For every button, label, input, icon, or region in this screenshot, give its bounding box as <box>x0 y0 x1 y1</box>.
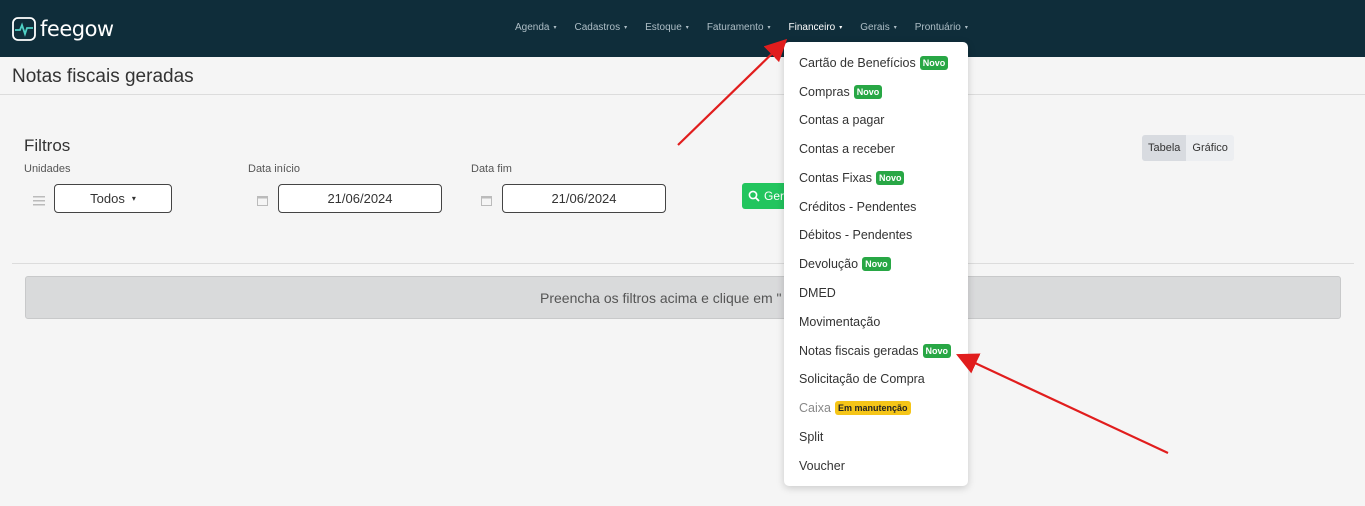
feegow-logo[interactable]: feegow <box>12 15 114 43</box>
divider <box>12 263 1354 264</box>
chevron-down-icon: ▾ <box>767 25 771 31</box>
chevron-down-icon: ▾ <box>685 25 689 31</box>
chevron-down-icon: ▾ <box>553 25 557 31</box>
nav-label: Prontuário <box>914 22 961 33</box>
filters-title: Filtros <box>24 136 71 155</box>
menu-item-movimentacao[interactable]: Movimentação <box>799 315 880 329</box>
menu-item-label: Split <box>799 430 824 444</box>
nav-estoque[interactable]: Estoque ▾ <box>645 22 689 33</box>
nav-gerais[interactable]: Gerais ▾ <box>860 22 896 33</box>
menu-item-caixa[interactable]: Caixa Em manutenção <box>799 401 911 415</box>
main-nav: Agenda ▾ Cadastros ▾ Estoque ▾ Faturamento ▾… <box>515 22 968 33</box>
nav-label: Faturamento <box>706 22 764 33</box>
menu-item-contas-a-receber[interactable]: Contas a receber <box>799 142 895 156</box>
nav-label: Gerais <box>860 22 890 33</box>
search-icon <box>748 190 760 202</box>
menu-item-label: Notas fiscais geradas <box>799 344 919 358</box>
nav-label: Financeiro <box>788 22 836 33</box>
unidades-value: Todos <box>90 191 125 206</box>
menu-item-debitos-pendentes[interactable]: Débitos - Pendentes <box>799 228 912 242</box>
tab-grafico[interactable]: Gráfico <box>1186 135 1234 161</box>
menu-item-devolucao[interactable]: Devolução Novo <box>799 257 891 271</box>
menu-item-label: Solicitação de Compra <box>799 372 925 386</box>
divider <box>0 94 1365 95</box>
menu-item-label: Contas a receber <box>799 142 895 156</box>
calendar-icon <box>481 193 492 211</box>
menu-item-label: Voucher <box>799 459 845 473</box>
data-inicio-label: Data início <box>248 163 300 175</box>
menu-item-label: Cartão de Benefícios <box>799 56 916 70</box>
chevron-down-icon: ▾ <box>624 25 628 31</box>
nav-financeiro[interactable]: Financeiro ▾ <box>789 22 843 33</box>
unidades-select[interactable]: Todos ▾ <box>54 184 172 213</box>
menu-item-notas-fiscais-geradas[interactable]: Notas fiscais geradas Novo <box>799 344 952 358</box>
top-navbar: feegow Agenda ▾ Cadastros ▾ Estoque ▾ Fatur… <box>0 0 1365 57</box>
new-badge: Novo <box>875 171 905 185</box>
logo-text: feegow <box>40 17 114 41</box>
menu-item-creditos-pendentes[interactable]: Créditos - Pendentes <box>799 200 916 214</box>
info-message: Preencha os filtros acima e clique em " <box>540 289 782 306</box>
menu-item-label: Devolução <box>799 257 859 271</box>
menu-item-dmed[interactable]: DMED <box>799 286 836 300</box>
new-badge: Novo <box>919 56 949 70</box>
nav-label: Agenda <box>515 22 550 33</box>
annotation-arrows <box>677 38 1169 454</box>
data-fim-label: Data fim <box>471 163 512 175</box>
page-title: Notas fiscais geradas <box>12 66 194 87</box>
menu-item-label: Contas Fixas <box>799 171 872 185</box>
menu-item-label: DMED <box>799 286 836 300</box>
menu-item-label: Contas a pagar <box>799 113 885 127</box>
new-badge: Novo <box>922 344 952 358</box>
nav-faturamento[interactable]: Faturamento ▾ <box>707 22 771 33</box>
menu-item-label: Movimentação <box>799 315 881 329</box>
nav-agenda[interactable]: Agenda ▾ <box>515 22 557 33</box>
menu-item-contas-a-pagar[interactable]: Contas a pagar <box>799 113 884 127</box>
chevron-down-icon: ▾ <box>131 194 136 203</box>
financeiro-dropdown-menu: Cartão de Benefícios Novo Compras Novo Con… <box>784 42 968 486</box>
chevron-down-icon: ▾ <box>893 25 897 31</box>
menu-item-label: Compras <box>799 85 850 99</box>
menu-item-cartao-de-beneficios[interactable]: Cartão de Benefícios Novo <box>799 56 949 70</box>
nav-prontuario[interactable]: Prontuário ▾ <box>915 22 968 33</box>
menu-item-voucher[interactable]: Voucher <box>799 459 845 473</box>
view-toggle: Tabela Gráfico <box>1142 135 1234 161</box>
menu-item-compras[interactable]: Compras Novo <box>799 85 883 99</box>
menu-item-contas-fixas[interactable]: Contas Fixas Novo <box>799 171 905 185</box>
nav-label: Estoque <box>645 22 682 33</box>
chevron-down-icon: ▾ <box>964 25 968 31</box>
menu-item-solicitacao-de-compra[interactable]: Solicitação de Compra <box>799 372 925 386</box>
info-message-box: Preencha os filtros acima e clique em " <box>25 276 1341 319</box>
nav-label: Cadastros <box>574 22 621 33</box>
data-inicio-input[interactable]: 21/06/2024 <box>278 184 442 213</box>
tab-tabela[interactable]: Tabela <box>1142 135 1187 161</box>
nav-cadastros[interactable]: Cadastros ▾ <box>575 22 628 33</box>
menu-item-label: Caixa <box>799 401 831 415</box>
list-icon <box>33 193 45 211</box>
menu-item-label: Créditos - Pendentes <box>799 200 917 214</box>
annotation-arrow <box>956 353 1169 454</box>
new-badge: Novo <box>862 257 891 271</box>
menu-item-label: Débitos - Pendentes <box>799 228 913 242</box>
maintenance-badge: Em manutenção <box>834 401 911 415</box>
logo-icon <box>12 17 36 41</box>
menu-item-split[interactable]: Split <box>799 430 823 444</box>
calendar-icon <box>257 193 268 211</box>
unidades-label: Unidades <box>24 163 71 175</box>
data-fim-input[interactable]: 21/06/2024 <box>502 184 666 213</box>
new-badge: Novo <box>853 85 883 99</box>
chevron-down-icon: ▾ <box>839 25 843 31</box>
